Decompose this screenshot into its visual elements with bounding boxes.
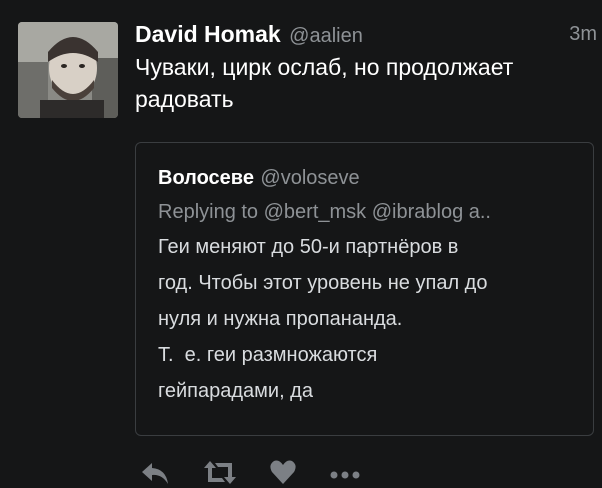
more-icon (330, 471, 360, 479)
quoted-tweet-text: Геи меняют до 50-и партнёров в год. Чтоб… (158, 229, 573, 409)
tweet-text: Чуваки, цирк ослаб, но продолжает радова… (135, 51, 597, 115)
quoted-text-line: нуля и нужна пропананда. (158, 308, 403, 330)
avatar[interactable] (18, 22, 118, 118)
tweet-text-line: радовать (135, 86, 234, 112)
reply-icon (142, 463, 168, 484)
tweet-text-line: Чуваки, цирк ослаб, но продолжает (135, 54, 514, 80)
quoted-tweet-header: Волосеве @voloseve (158, 163, 573, 195)
avatar-photo (18, 22, 118, 118)
author-handle[interactable]: @aalien (289, 25, 363, 47)
quoted-tweet[interactable]: Волосеве @voloseve Replying to @bert_msk… (135, 142, 594, 436)
replying-to: Replying to @bert_msk @ibrablog a.. (158, 201, 491, 223)
quoted-text-line: гейпарадами, да (158, 380, 313, 402)
quoted-text-line: Геи меняют до 50-и партнёров в (158, 236, 459, 258)
quoted-text-line: Т. е. геи размножаются (158, 344, 378, 366)
author-name[interactable]: David Homak (135, 21, 281, 47)
tweet: David Homak @aalien 3m Чуваки, цирк осла… (135, 18, 597, 115)
timestamp[interactable]: 3m (569, 18, 597, 50)
reply-button[interactable] (138, 457, 172, 488)
like-button[interactable] (268, 457, 298, 488)
tweet-header: David Homak @aalien 3m (135, 18, 597, 50)
more-button[interactable] (328, 457, 364, 488)
retweet-button[interactable] (202, 457, 238, 488)
quoted-text-line: год. Чтобы этот уровень не упал до (158, 272, 488, 294)
quoted-author-name: Волосеве (158, 167, 254, 189)
heart-icon (270, 460, 296, 484)
quoted-author-handle: @voloseve (260, 167, 360, 189)
retweet-icon (204, 461, 236, 484)
tweet-actions (138, 457, 394, 488)
